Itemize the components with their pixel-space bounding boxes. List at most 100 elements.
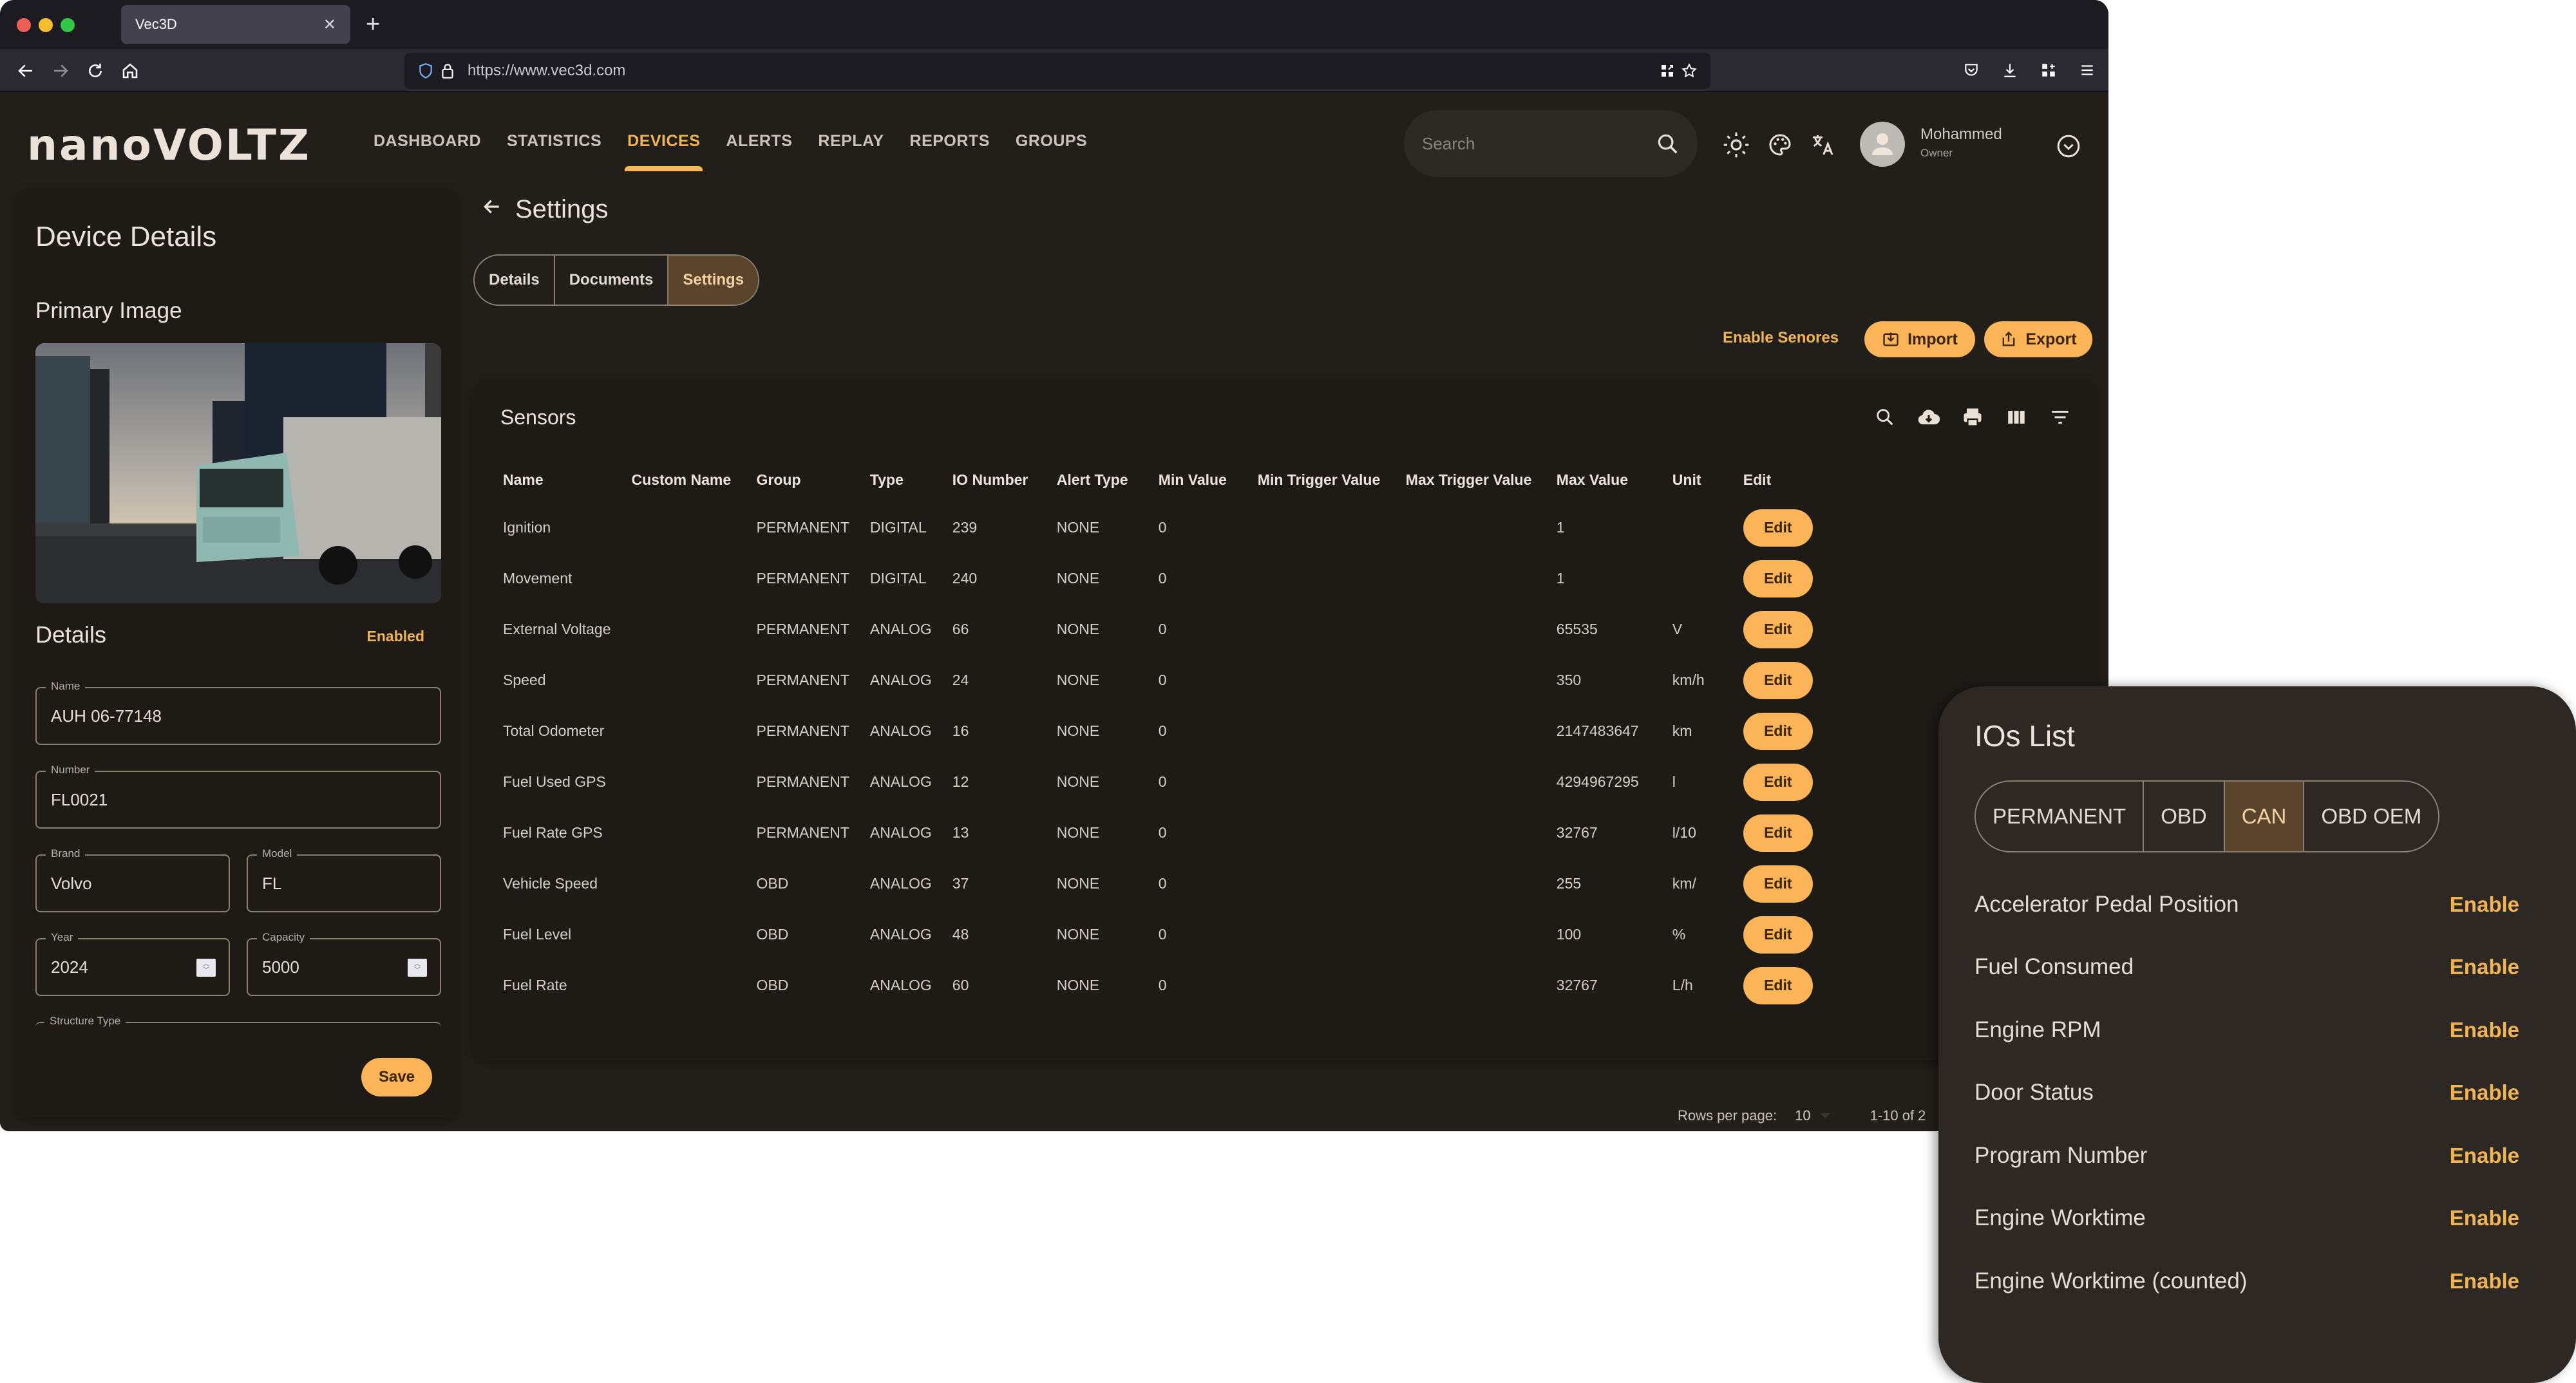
url-text[interactable]: https://www.vec3d.com	[468, 62, 1656, 80]
bookmark-star-icon[interactable]	[1678, 60, 1700, 82]
column-header-group[interactable]: Group	[746, 457, 860, 502]
io-group-obd[interactable]: OBD	[2144, 782, 2225, 851]
pocket-icon[interactable]	[1959, 55, 1984, 85]
minimize-window-button[interactable]	[39, 18, 53, 32]
number-field[interactable]: Number	[35, 764, 441, 829]
table-row[interactable]: Fuel Rate GPS PERMANENT ANALOG 13 NONE 0 32767…	[493, 807, 1823, 858]
browser-tab[interactable]: Vec3D ✕	[121, 5, 350, 44]
column-header-min-value[interactable]: Min Value	[1148, 457, 1247, 502]
edit-button[interactable]: Edit	[1743, 916, 1813, 954]
column-header-type[interactable]: Type	[860, 457, 942, 502]
search-icon[interactable]	[1655, 131, 1680, 156]
rows-per-page-select[interactable]: 10	[1795, 1107, 1830, 1124]
table-row[interactable]: Ignition PERMANENT DIGITAL 239 NONE 0 1 Edit	[493, 502, 1823, 553]
brand-input[interactable]	[51, 856, 205, 911]
back-arrow-icon[interactable]	[482, 196, 502, 223]
edit-button[interactable]: Edit	[1743, 865, 1813, 903]
io-enable-button[interactable]: Enable	[2450, 1018, 2519, 1042]
save-button[interactable]: Save	[361, 1058, 432, 1096]
io-group-can[interactable]: CAN	[2224, 782, 2305, 851]
tab-documents[interactable]: Documents	[555, 256, 669, 305]
user-menu-button[interactable]	[2054, 132, 2083, 160]
io-group-obd-oem[interactable]: OBD OEM	[2304, 782, 2438, 851]
nav-item-alerts[interactable]: ALERTS	[726, 132, 792, 151]
nav-item-statistics[interactable]: STATISTICS	[507, 132, 601, 151]
column-header-edit[interactable]: Edit	[1733, 457, 1823, 502]
io-enable-button[interactable]: Enable	[2450, 955, 2519, 979]
column-header-name[interactable]: Name	[493, 457, 621, 502]
year-stepper[interactable]: ︿ ﹀	[196, 959, 216, 977]
table-row[interactable]: Vehicle Speed OBD ANALOG 37 NONE 0 255 km/Edit	[493, 858, 1823, 909]
close-tab-icon[interactable]: ✕	[323, 15, 336, 34]
close-window-button[interactable]	[17, 18, 31, 32]
nav-item-replay[interactable]: REPLAY	[818, 132, 884, 151]
brand-logo[interactable]: nanoVOLTZ	[27, 120, 311, 170]
tracking-shield-icon[interactable]	[415, 60, 437, 82]
forward-button[interactable]	[46, 57, 75, 85]
nav-item-groups[interactable]: GROUPS	[1016, 132, 1087, 151]
year-input[interactable]	[51, 939, 166, 995]
table-row[interactable]: Speed PERMANENT ANALOG 24 NONE 0 350 km/h Edit	[493, 655, 1823, 706]
table-row[interactable]: Fuel Level OBD ANALOG 48 NONE 0 100% Edit	[493, 909, 1823, 960]
new-tab-button[interactable]: +	[366, 9, 380, 40]
io-enable-button[interactable]: Enable	[2450, 892, 2519, 917]
primary-image[interactable]	[35, 343, 441, 603]
print-button[interactable]	[1960, 404, 1985, 430]
edit-button[interactable]: Edit	[1743, 661, 1813, 699]
export-button[interactable]: Export	[1984, 321, 2092, 357]
io-enable-button[interactable]: Enable	[2450, 1206, 2519, 1230]
column-header-custom-name[interactable]: Custom Name	[621, 457, 746, 502]
reload-button[interactable]	[81, 57, 109, 85]
edit-button[interactable]: Edit	[1743, 814, 1813, 852]
device-status-badge[interactable]: Enabled	[367, 628, 424, 645]
nav-item-reports[interactable]: REPORTS	[910, 132, 990, 151]
nav-item-dashboard[interactable]: DASHBOARD	[374, 132, 481, 151]
column-header-max-trigger-value[interactable]: Max Trigger Value	[1396, 457, 1546, 502]
nav-item-devices[interactable]: DEVICES	[625, 132, 703, 171]
edit-button[interactable]: Edit	[1743, 966, 1813, 1004]
maximize-window-button[interactable]	[61, 18, 75, 32]
palette-button[interactable]	[1766, 131, 1794, 159]
name-field[interactable]: Name	[35, 680, 441, 745]
home-button[interactable]	[116, 57, 144, 85]
download-csv-button[interactable]	[1916, 404, 1942, 430]
tab-details[interactable]: Details	[475, 256, 555, 305]
io-enable-button[interactable]: Enable	[2450, 1269, 2519, 1294]
io-enable-button[interactable]: Enable	[2450, 1080, 2519, 1105]
lock-icon[interactable]	[437, 60, 459, 82]
table-row[interactable]: Fuel Rate OBD ANALOG 60 NONE 0 32767 L/h Edit	[493, 960, 1823, 1011]
import-button[interactable]: Import	[1864, 321, 1975, 357]
search-input[interactable]	[1422, 133, 1655, 154]
edit-button[interactable]: Edit	[1743, 610, 1813, 648]
downloads-icon[interactable]	[1998, 55, 2022, 85]
table-row[interactable]: Movement PERMANENT DIGITAL 240 NONE 0 1 Edit	[493, 553, 1823, 604]
year-field[interactable]: Year ︿﹀	[35, 931, 230, 996]
capacity-stepper[interactable]: ︿ ﹀	[408, 959, 427, 977]
column-header-unit[interactable]: Unit	[1662, 457, 1733, 502]
io-group-permanent[interactable]: PERMANENT	[1976, 782, 2145, 851]
edit-button[interactable]: Edit	[1743, 763, 1813, 801]
column-header-min-trigger-value[interactable]: Min Trigger Value	[1247, 457, 1396, 502]
capacity-input[interactable]	[262, 939, 377, 995]
column-header-io-number[interactable]: IO Number	[942, 457, 1046, 502]
column-header-alert-type[interactable]: Alert Type	[1046, 457, 1148, 502]
extensions-icon[interactable]	[2036, 55, 2061, 85]
language-button[interactable]	[1808, 131, 1837, 159]
edit-button[interactable]: Edit	[1743, 712, 1813, 750]
name-input[interactable]	[51, 688, 374, 744]
hamburger-menu-icon[interactable]	[2075, 55, 2099, 85]
table-row[interactable]: External Voltage PERMANENT ANALOG 66 NONE 0 65…	[493, 604, 1823, 655]
io-enable-button[interactable]: Enable	[2450, 1143, 2519, 1168]
search-box[interactable]	[1404, 110, 1698, 177]
column-header-max-value[interactable]: Max Value	[1546, 457, 1662, 502]
view-columns-button[interactable]	[2003, 404, 2029, 430]
tab-settings[interactable]: Settings	[668, 256, 759, 305]
user-avatar[interactable]	[1860, 122, 1905, 167]
qr-code-icon[interactable]	[1656, 60, 1678, 82]
brand-field[interactable]: Brand	[35, 847, 230, 912]
model-field[interactable]: Model	[247, 847, 441, 912]
edit-button[interactable]: Edit	[1743, 509, 1813, 547]
table-row[interactable]: Total Odometer PERMANENT ANALOG 16 NONE 0 2147…	[493, 706, 1823, 757]
enable-sensors-link[interactable]: Enable Senores	[1723, 329, 1839, 347]
edit-button[interactable]: Edit	[1743, 560, 1813, 597]
